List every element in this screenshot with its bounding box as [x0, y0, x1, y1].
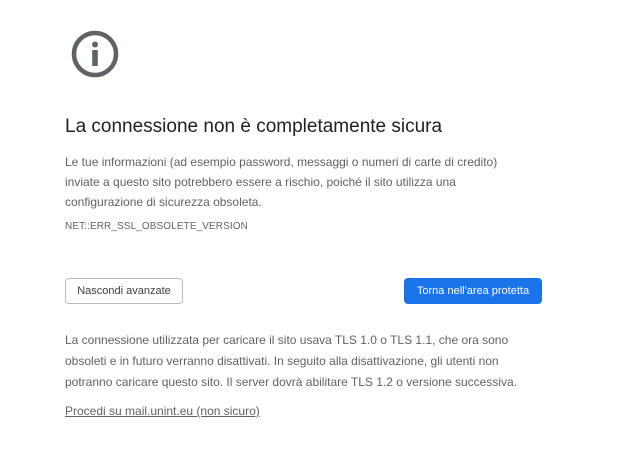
advanced-details-line: potranno caricare questo sito. Il server… [65, 375, 518, 389]
proceed-unsafe-link[interactable]: Procedi su mail.unint.eu (non sicuro) [65, 404, 260, 418]
advanced-details: La connessione utilizzata per caricare i… [65, 330, 545, 393]
hide-advanced-button[interactable]: Nascondi avanzate [65, 278, 183, 304]
error-code: NET::ERR_SSL_OBSOLETE_VERSION [65, 221, 248, 232]
warning-message-line: configurazione di sicurezza obsoleta. [65, 195, 262, 209]
back-to-safety-button[interactable]: Torna nell'area protetta [404, 278, 542, 304]
info-icon [71, 30, 119, 78]
warning-message-line: Le tue informazioni (ad esempio password… [65, 155, 498, 169]
advanced-details-line: La connessione utilizzata per caricare i… [65, 333, 509, 347]
warning-message-line: inviate a questo sito potrebbero essere … [65, 175, 456, 189]
warning-message: Le tue informazioni (ad esempio password… [65, 152, 535, 212]
page-title: La connessione non è completamente sicur… [65, 116, 443, 137]
advanced-details-line: obsoleti e in futuro verranno disattivat… [65, 354, 499, 368]
